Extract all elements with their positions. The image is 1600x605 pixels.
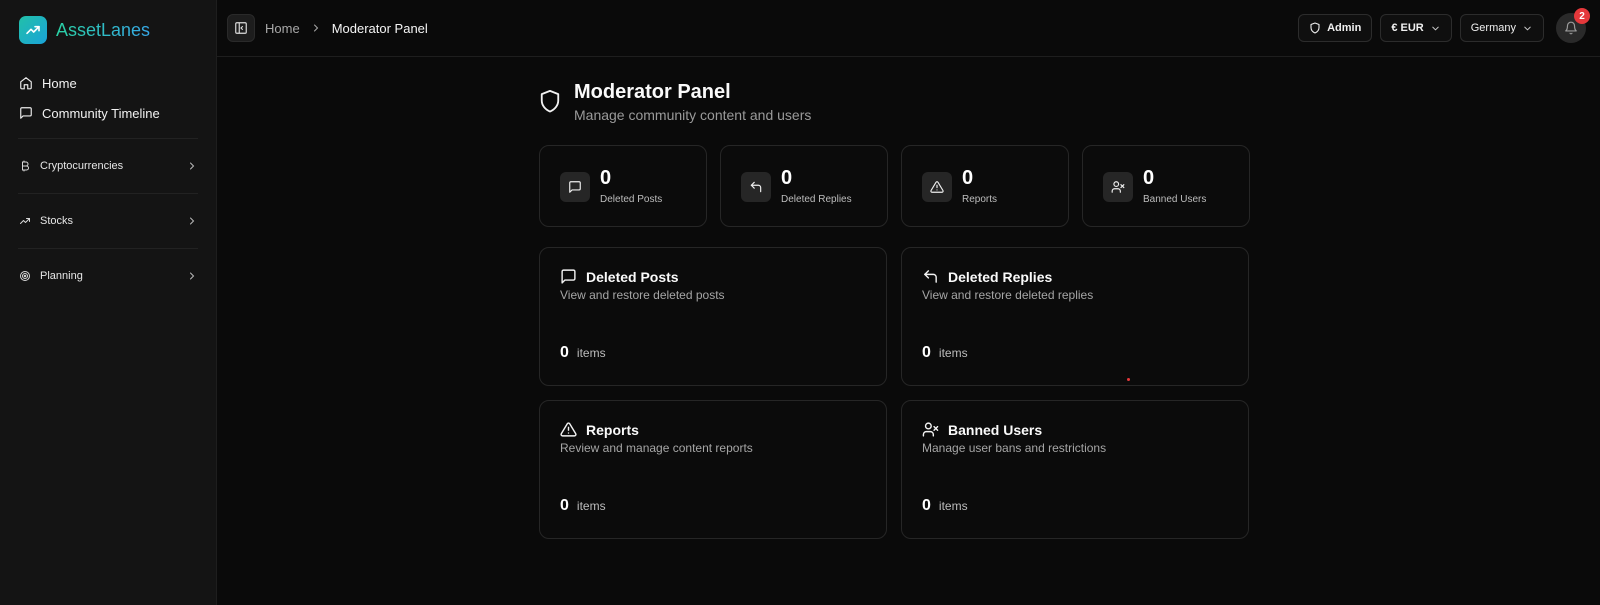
sidebar-group-label: Cryptocurrencies (40, 160, 124, 172)
card-description: View and restore deleted posts (560, 288, 725, 302)
sidebar-group-cryptocurrencies[interactable]: Cryptocurrencies (18, 149, 198, 183)
stat-card-reports: 0 Reports (901, 145, 1069, 227)
divider (18, 138, 198, 139)
sidebar-item-home[interactable]: Home (18, 68, 198, 98)
card-count: 0 (922, 497, 931, 514)
alert-triangle-icon (560, 422, 577, 437)
card-count-unit: items (938, 499, 968, 513)
card-title: Deleted Posts (586, 268, 679, 285)
trending-up-icon (20, 218, 30, 224)
message-square-icon (560, 172, 590, 202)
stats-row: 0 Deleted Posts 0 Deleted Replies 0 Repo… (539, 145, 1600, 227)
admin-button[interactable]: Admin (1298, 14, 1373, 42)
user-x-icon (922, 422, 939, 437)
chevron-right-icon (313, 24, 318, 32)
topbar: Home Moderator Panel Admin € EUR Germany (217, 0, 1600, 57)
stat-card-deleted-posts: 0 Deleted Posts (539, 145, 707, 227)
alert-triangle-icon (922, 172, 952, 202)
bitcoin-icon (22, 160, 29, 172)
trending-up-icon (19, 16, 47, 44)
card-banned-users[interactable]: Banned Users Manage user bans and restri… (901, 400, 1249, 539)
card-count: 0 (560, 344, 569, 361)
chevron-down-icon (1524, 26, 1531, 31)
chevron-down-icon (1432, 26, 1439, 31)
card-count-unit: items (938, 346, 968, 360)
stat-value: 0 (600, 167, 612, 189)
notification-count-badge: 2 (1574, 8, 1590, 24)
card-count-unit: items (576, 499, 606, 513)
home-icon (20, 77, 32, 90)
page-subtitle: Manage community content and users (574, 107, 812, 123)
moderation-cards: Deleted Posts View and restore deleted p… (539, 247, 1600, 539)
app-root: AssetLanes Home Community Timeline Crypt… (0, 0, 1600, 605)
stat-label: Banned Users (1143, 194, 1207, 205)
admin-label: Admin (1327, 22, 1362, 34)
breadcrumb: Home Moderator Panel (261, 21, 428, 36)
card-description: Manage user bans and restrictions (922, 441, 1107, 455)
shield-icon (540, 89, 560, 113)
bell-icon (1565, 21, 1577, 35)
sidebar-item-community-timeline[interactable]: Community Timeline (18, 98, 198, 128)
card-deleted-replies[interactable]: Deleted Replies View and restore deleted… (901, 247, 1249, 386)
divider (18, 248, 198, 249)
divider (18, 193, 198, 194)
stat-card-deleted-replies: 0 Deleted Replies (720, 145, 888, 227)
sidebar-item-label: Community Timeline (42, 105, 160, 121)
logo[interactable]: AssetLanes (18, 0, 198, 60)
breadcrumb-home-link[interactable]: Home (261, 21, 300, 36)
cursor-dot (1127, 378, 1130, 381)
card-count: 0 (560, 497, 569, 514)
reply-icon (741, 172, 771, 202)
currency-value: € EUR (1391, 22, 1424, 34)
card-title: Banned Users (948, 421, 1043, 438)
message-square-icon (561, 269, 576, 284)
page-title: Moderator Panel (574, 81, 731, 103)
sidebar-toggle-button[interactable] (227, 14, 255, 42)
sidebar: AssetLanes Home Community Timeline Crypt… (0, 0, 217, 605)
stat-label: Reports (962, 194, 998, 205)
content: Moderator Panel Manage community content… (217, 57, 1600, 539)
stat-value: 0 (962, 167, 974, 189)
card-title: Reports (586, 421, 639, 438)
stat-label: Deleted Replies (781, 194, 852, 205)
reply-icon (924, 270, 937, 283)
card-count: 0 (922, 344, 931, 361)
card-count-unit: items (576, 346, 606, 360)
page-heading: Moderator Panel Manage community content… (539, 80, 1600, 123)
card-description: Review and manage content reports (560, 441, 753, 455)
sidebar-group-label: Planning (40, 270, 83, 282)
card-deleted-posts[interactable]: Deleted Posts View and restore deleted p… (539, 247, 887, 386)
stat-label: Deleted Posts (600, 194, 663, 205)
notifications-button[interactable]: 2 (1556, 8, 1590, 43)
sidebar-group-stocks[interactable]: Stocks (18, 204, 198, 238)
card-description: View and restore deleted replies (922, 288, 1094, 302)
target-icon (20, 271, 30, 281)
main-area: Home Moderator Panel Admin € EUR Germany (217, 0, 1600, 605)
card-title: Deleted Replies (948, 268, 1053, 285)
card-reports[interactable]: Reports Review and manage content report… (539, 400, 887, 539)
app-name: AssetLanes (56, 19, 151, 40)
panel-left-icon (235, 22, 247, 34)
country-select[interactable]: Germany (1459, 14, 1544, 42)
country-value: Germany (1470, 22, 1516, 34)
breadcrumb-current: Moderator Panel (331, 20, 428, 36)
message-square-icon (20, 107, 32, 119)
currency-select[interactable]: € EUR (1380, 14, 1452, 42)
stat-card-banned-users: 0 Banned Users (1082, 145, 1250, 227)
chevron-right-icon (190, 272, 195, 280)
user-x-icon (1103, 172, 1133, 202)
sidebar-group-planning[interactable]: Planning (18, 259, 198, 293)
stat-value: 0 (1143, 167, 1155, 189)
sidebar-item-label: Home (42, 75, 77, 91)
stat-value: 0 (781, 167, 793, 189)
sidebar-group-label: Stocks (40, 215, 74, 227)
chevron-right-icon (190, 162, 195, 170)
shield-icon (1310, 22, 1320, 34)
chevron-right-icon (190, 217, 195, 225)
